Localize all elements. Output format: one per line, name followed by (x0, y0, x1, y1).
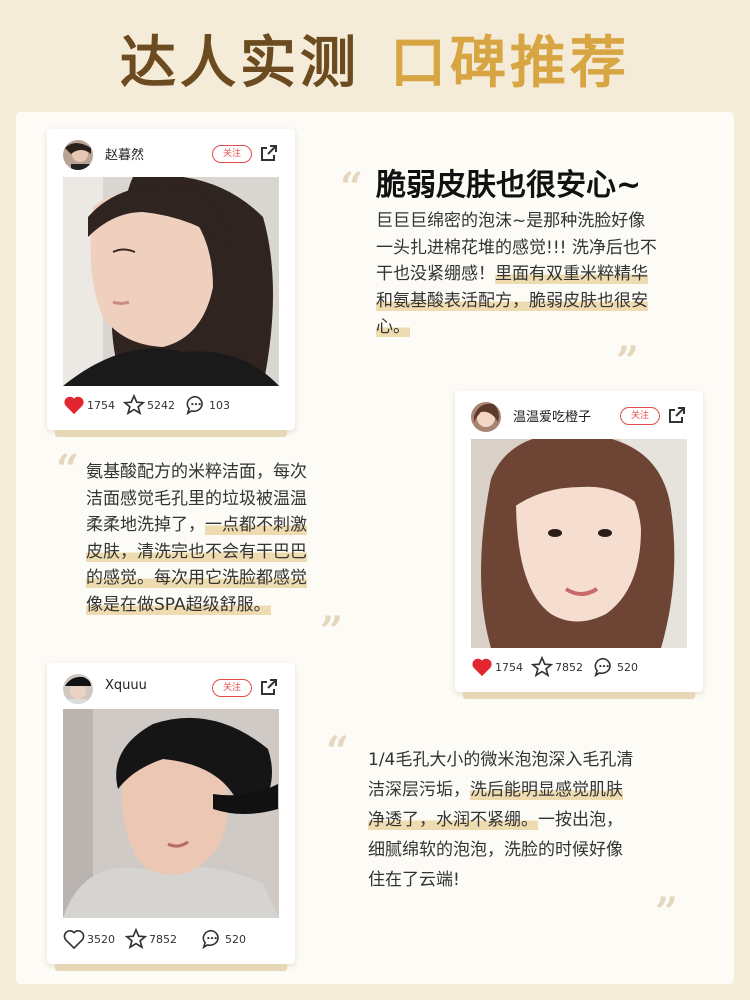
review-line: 洁深层污垢，洗后能明显感觉肌肤 (368, 775, 633, 805)
stars-stat[interactable]: 7852 (531, 655, 583, 679)
card-stats: 1754 7852 520 (471, 655, 695, 679)
review-highlight: 皮肤，清洗完也不会有干巴巴 (86, 541, 307, 562)
quote-close-icon: ” (655, 889, 679, 936)
user-card-3: Xquuu 关注 3520 7852 520 (47, 663, 295, 971)
likes-count: 1754 (87, 398, 115, 412)
comments-count: 103 (209, 398, 230, 412)
review-line: 净透了，水润不紧绷。一按出泡， (368, 805, 633, 835)
comments-stat[interactable]: 520 (201, 927, 246, 951)
review-text-segment: 一按出泡， (538, 810, 623, 830)
card-stats: 3520 7852 520 (63, 927, 287, 951)
title-accent: 口碑推荐 (390, 31, 630, 96)
follow-button[interactable]: 关注 (620, 407, 660, 425)
review-2-text: 氨基酸配方的米粹洁面，每次 洁面感觉毛孔里的垃圾被温温 柔柔地洗掉了，一点都不刺… (86, 459, 307, 618)
star-icon (531, 656, 553, 678)
review-line: 柔柔地洗掉了，一点都不刺激 (86, 512, 307, 539)
stars-stat[interactable]: 5242 (123, 393, 175, 417)
comments-count: 520 (617, 660, 638, 674)
comment-icon (202, 929, 219, 950)
review-text-segment: 干也没紧绷感！ (376, 264, 495, 284)
follow-button[interactable]: 关注 (212, 145, 252, 163)
comments-stat[interactable]: 103 (185, 393, 230, 417)
comments-count: 520 (225, 932, 246, 946)
user-photo (471, 439, 687, 648)
heart-icon (64, 396, 84, 415)
avatar[interactable] (63, 140, 93, 170)
share-icon[interactable] (260, 144, 278, 162)
likes-stat[interactable]: 1754 (63, 393, 115, 417)
quote-open-icon: “ (56, 446, 80, 493)
stars-stat[interactable]: 7852 (125, 927, 177, 951)
follow-button[interactable]: 关注 (212, 679, 252, 697)
review-highlight: 的感觉。每次用它洗脸都感觉 (86, 568, 307, 588)
page-title: 达人实测 口碑推荐 (0, 28, 750, 100)
comment-icon (186, 395, 203, 416)
stars-count: 5242 (147, 398, 175, 412)
quote-close-icon: ” (320, 608, 344, 655)
review-highlight: 净透了，水润不紧绷。 (368, 810, 538, 830)
review-line: 住在了云端! (368, 870, 460, 890)
card-stats: 1754 5242 103 (63, 393, 287, 417)
share-icon[interactable] (668, 406, 686, 424)
quote-open-icon: “ (340, 164, 364, 211)
review-highlight: 洗后能明显感觉肌肤 (470, 780, 623, 800)
user-photo (63, 177, 279, 386)
review-line: 干也没紧绷感！里面有双重米粹精华 (376, 261, 657, 288)
comment-icon (594, 657, 611, 678)
review-3-text: 1/4毛孔大小的微米泡泡深入毛孔清 洁深层污垢，洗后能明显感觉肌肤 净透了，水润… (368, 745, 633, 895)
review-line: 1/4毛孔大小的微米泡泡深入毛孔清 (368, 750, 634, 770)
review-highlight: 心。 (376, 317, 410, 337)
review-line: 细腻绵软的泡泡，洗脸的时候好像 (368, 840, 623, 860)
user-card-2: 温温爱吃橙子 关注 1754 7852 520 (455, 391, 703, 699)
username: 温温爱吃橙子 (513, 410, 592, 425)
likes-count: 3520 (87, 932, 115, 946)
quote-close-icon: ” (616, 338, 640, 385)
review-1-text: 巨巨巨绵密的泡沫~是那种洗脸好像 一头扎进棉花堆的感觉!!! 洗净后也不 干也没… (376, 208, 657, 341)
username: Xquuu (105, 678, 147, 693)
review-line: 一头扎进棉花堆的感觉!!! 洗净后也不 (376, 237, 657, 258)
user-photo (63, 709, 279, 918)
user-card-1: 赵暮然 关注 1754 5242 103 (47, 129, 295, 437)
star-icon (125, 928, 147, 950)
avatar[interactable] (471, 402, 501, 432)
review-line: 巨巨巨绵密的泡沫~是那种洗脸好像 (376, 211, 646, 231)
review-text-segment: 洁深层污垢， (368, 780, 470, 800)
review-text-segment: 柔柔地洗掉了， (86, 515, 205, 535)
heart-icon (63, 930, 85, 949)
title-main: 达人实测 (120, 31, 360, 96)
username: 赵暮然 (105, 148, 145, 163)
review-line: 洁面感觉毛孔里的垃圾被温温 (86, 488, 307, 509)
comments-stat[interactable]: 520 (593, 655, 638, 679)
likes-stat[interactable]: 1754 (471, 655, 523, 679)
review-highlight: 一点都不刺激 (205, 515, 307, 535)
card-header: 赵暮然 关注 (47, 129, 295, 177)
review-line: 氨基酸配方的米粹洁面，每次 (86, 462, 307, 482)
review-highlight: 里面有双重米粹精华 (495, 264, 648, 284)
review-title: 脆弱皮肤也很安心~ (376, 168, 642, 203)
star-icon (123, 394, 145, 416)
stars-count: 7852 (555, 660, 583, 674)
quote-open-icon: “ (326, 728, 350, 775)
likes-stat[interactable]: 3520 (63, 927, 115, 951)
card-header: 温温爱吃橙子 关注 (455, 391, 703, 439)
review-highlight: 像是在做SPA超级舒服。 (86, 594, 271, 615)
review-highlight: 和氨基酸表活配方，脆弱皮肤也很安 (376, 290, 648, 311)
share-icon[interactable] (260, 678, 278, 696)
heart-icon (472, 658, 492, 677)
card-header: Xquuu 关注 (47, 663, 295, 711)
avatar[interactable] (63, 674, 93, 704)
stars-count: 7852 (149, 932, 177, 946)
likes-count: 1754 (495, 660, 523, 674)
